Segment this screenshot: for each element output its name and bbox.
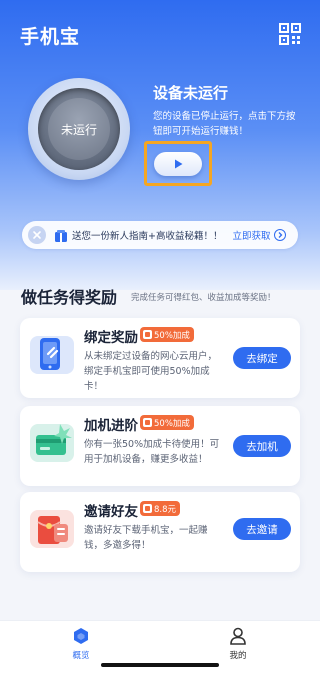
task-description: 从未绑定过设备的网心云用户，绑定手机宝即可使用50%加成卡！ bbox=[84, 351, 218, 392]
device-status-ring: 未运行 bbox=[28, 78, 130, 180]
home-indicator bbox=[101, 663, 219, 667]
task-reward-badge-label: 8.8元 bbox=[154, 504, 177, 515]
get-now-link[interactable]: 立即获取 bbox=[232, 228, 270, 242]
task-description: 你有一张50%加成卡待使用！可用于加机设备，赚更多收益！ bbox=[84, 439, 220, 465]
task-title: 绑定奖励 bbox=[84, 330, 138, 346]
app-title: 手机宝 bbox=[20, 26, 81, 48]
device-status-core: 未运行 bbox=[48, 98, 110, 160]
coupon-icon bbox=[143, 504, 152, 513]
user-icon bbox=[230, 627, 246, 645]
chevron-right-icon[interactable] bbox=[274, 229, 287, 241]
task-title: 邀请好友 bbox=[84, 504, 138, 520]
task-reward-badge-label: 50%加成 bbox=[154, 330, 190, 341]
nav-label-overview: 概览 bbox=[72, 651, 90, 661]
task-reward-badge: 8.8元 bbox=[140, 501, 181, 516]
newbie-guide-banner[interactable]: 送您一份新人指南+高收益秘籍！！ 立即获取 bbox=[22, 221, 298, 249]
nav-item-mine[interactable]: 我的 bbox=[208, 627, 268, 661]
play-button-highlight bbox=[144, 141, 212, 186]
qr-code-icon[interactable] bbox=[279, 23, 301, 45]
tasks-section-subtitle: 完成任务可得红包、收益加成等奖励！ bbox=[131, 293, 276, 303]
device-status-label: 未运行 bbox=[60, 122, 97, 137]
overview-icon bbox=[74, 628, 88, 644]
task-reward-badge: 50%加成 bbox=[140, 327, 194, 342]
red-packet-icon bbox=[28, 504, 76, 552]
device-status-title: 设备未运行 bbox=[153, 84, 229, 102]
task-card-invite: 邀请好友 8.8元 邀请好友下载手机宝，一起赚钱，多邀多得！ 去邀请 bbox=[20, 492, 300, 572]
start-run-button[interactable] bbox=[154, 152, 202, 176]
task-reward-badge: 50%加成 bbox=[140, 415, 194, 430]
task-card-bind: 绑定奖励 50%加成 从未绑定过设备的网心云用户，绑定手机宝即可使用50%加成卡… bbox=[20, 318, 300, 398]
device-status-description: 您的设备已停止运行，点击下方按钮即可开始运行赚钱！ bbox=[153, 111, 296, 137]
bonus-card-icon bbox=[28, 418, 76, 466]
newbie-guide-text: 送您一份新人指南+高收益秘籍！！ bbox=[72, 231, 223, 242]
go-add-device-button[interactable]: 去加机 bbox=[233, 435, 291, 457]
go-invite-button[interactable]: 去邀请 bbox=[233, 518, 291, 540]
close-icon[interactable] bbox=[28, 226, 46, 244]
nav-item-overview[interactable]: 概览 bbox=[51, 627, 111, 661]
play-icon bbox=[175, 159, 183, 169]
task-reward-badge-label: 50%加成 bbox=[154, 418, 190, 429]
gift-icon bbox=[54, 228, 68, 242]
task-card-add-device: 加机进阶 50%加成 你有一张50%加成卡待使用！可用于加机设备，赚更多收益！ … bbox=[20, 406, 300, 486]
go-bind-button[interactable]: 去绑定 bbox=[233, 347, 291, 369]
task-title: 加机进阶 bbox=[84, 418, 138, 434]
nav-label-mine: 我的 bbox=[229, 651, 247, 661]
device-status-ring-mid: 未运行 bbox=[38, 88, 120, 170]
coupon-icon bbox=[143, 330, 152, 339]
coupon-icon bbox=[143, 418, 152, 427]
phone-link-icon bbox=[28, 330, 76, 378]
tasks-section-title: 做任务得奖励 bbox=[21, 288, 118, 307]
task-description: 邀请好友下载手机宝，一起赚钱，多邀多得！ bbox=[84, 525, 208, 551]
